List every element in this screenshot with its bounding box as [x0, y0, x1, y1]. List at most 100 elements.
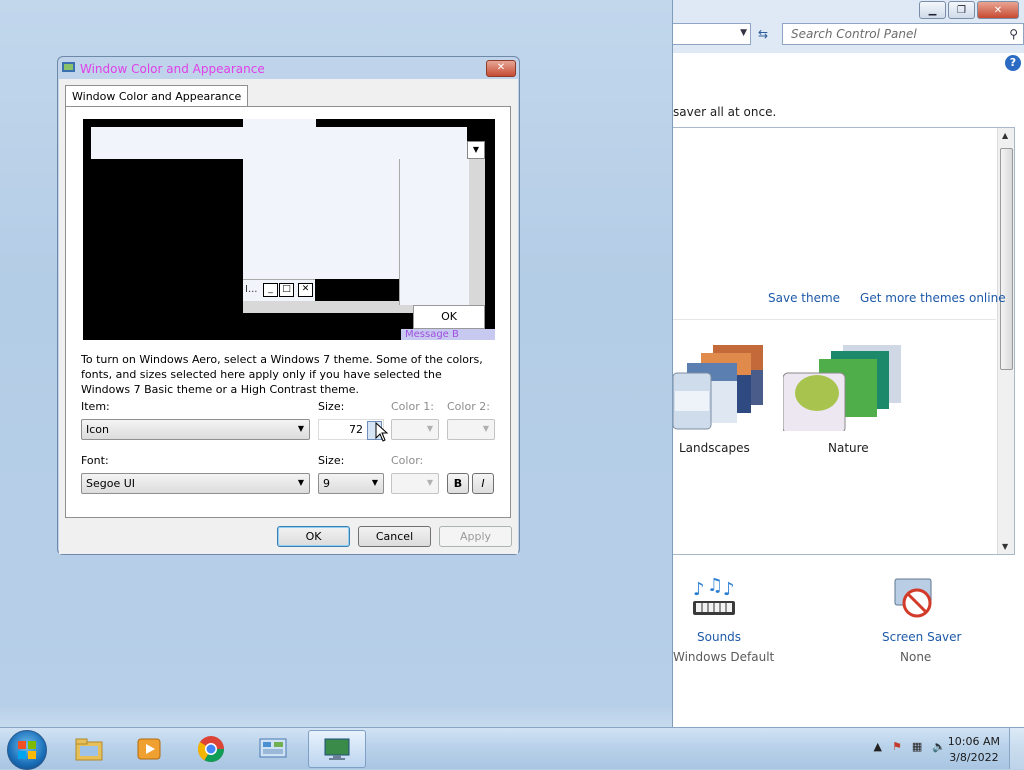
- theme-label-landscapes: Landscapes: [679, 441, 750, 455]
- font-color-label: Color:: [391, 454, 424, 467]
- screen-saver-icon: [894, 578, 932, 618]
- landscapes-thumbnail: [673, 345, 763, 430]
- screen-saver-sublabel: None: [900, 650, 932, 664]
- font-select-value: Segoe UI: [86, 477, 136, 490]
- action-center-icon[interactable]: ⚑: [892, 740, 902, 753]
- dialog-close-button[interactable]: ✕: [486, 60, 516, 77]
- color1-picker[interactable]: ▼: [391, 419, 439, 440]
- preview-inactive-window: I... _ □ ✕: [243, 279, 315, 302]
- sounds-label[interactable]: Sounds: [697, 630, 741, 644]
- preview-maximize-icon: □: [279, 283, 294, 297]
- font-size-select-value: 9: [323, 477, 330, 490]
- refresh-icon[interactable]: ⇆: [752, 23, 774, 45]
- clock[interactable]: 10:06 AM 3/8/2022: [948, 734, 1000, 766]
- taskbar-media-player[interactable]: [122, 730, 176, 768]
- size-spinner-value: 72: [349, 423, 363, 436]
- get-more-themes-link[interactable]: Get more themes online: [860, 291, 1006, 305]
- network-icon[interactable]: ▦: [912, 740, 922, 753]
- aero-info-text: To turn on Windows Aero, select a Window…: [81, 353, 483, 396]
- taskbar-chrome[interactable]: [184, 730, 238, 768]
- svg-text:♪: ♪: [693, 579, 705, 600]
- nature-thumbnail: [783, 345, 901, 431]
- display-icon: [324, 738, 350, 760]
- folder-icon: [75, 738, 103, 761]
- font-select[interactable]: Segoe UI ▼: [81, 473, 310, 494]
- item-select[interactable]: Icon ▼: [81, 419, 310, 440]
- sounds-icon: ♪ ♫ ♪: [693, 575, 735, 615]
- size-spinner[interactable]: 72: [318, 419, 389, 442]
- screen-saver-label[interactable]: Screen Saver: [882, 630, 961, 644]
- color2-picker[interactable]: ▼: [447, 419, 495, 440]
- windows-logo-icon: [18, 741, 36, 759]
- scroll-up-icon[interactable]: ▲: [1002, 131, 1008, 140]
- caption-buttons: ▁ ❐ ✕: [919, 1, 1019, 19]
- search-input[interactable]: Search Control Panel ⚲: [782, 23, 1024, 45]
- sounds-sublabel: Windows Default: [673, 650, 775, 664]
- start-button[interactable]: [7, 730, 47, 770]
- control-panel-window: ▁ ❐ ✕ ▼ ⇆ Search Control Panel ⚲ ? saver…: [672, 0, 1024, 727]
- preview-message-box: Message B: [401, 329, 495, 340]
- chevron-down-icon: ▼: [426, 478, 433, 487]
- preview-side-panel: [399, 159, 470, 305]
- divider: [673, 319, 996, 320]
- dialog-app-icon: [62, 62, 75, 72]
- theme-label-nature: Nature: [828, 441, 869, 455]
- bold-button[interactable]: B: [447, 473, 469, 494]
- preview-close-icon: ✕: [298, 283, 313, 297]
- search-icon[interactable]: ⚲: [1009, 27, 1018, 41]
- preview-scrollbar: [469, 159, 485, 305]
- dialog-title: Window Color and Appearance: [80, 62, 265, 76]
- control-panel-icon: [259, 738, 287, 758]
- preview-message-label: Message B: [405, 329, 459, 340]
- color1-label: Color 1:: [391, 400, 434, 413]
- scroll-down-icon[interactable]: ▼: [1002, 542, 1008, 551]
- theme-list-scrollbar[interactable]: ▲ ▼: [997, 128, 1014, 554]
- theme-list[interactable]: ▲ ▼ Save theme Get more themes online La…: [673, 127, 1015, 555]
- cancel-button[interactable]: Cancel: [358, 526, 431, 547]
- item-label: Item:: [81, 400, 110, 413]
- preview-dropdown-icon: ▼: [467, 141, 485, 159]
- show-hidden-icons-icon[interactable]: ▲: [874, 740, 882, 753]
- taskbar-control-panel[interactable]: [246, 730, 300, 768]
- apply-button[interactable]: Apply: [439, 526, 512, 547]
- restore-button[interactable]: ❐: [948, 1, 975, 19]
- theme-links: Save theme Get more themes online: [768, 291, 1006, 305]
- address-bar[interactable]: ▼: [673, 23, 751, 45]
- show-desktop-button[interactable]: [1009, 728, 1024, 769]
- italic-button[interactable]: I: [472, 473, 494, 494]
- address-dropdown-icon[interactable]: ▼: [740, 28, 747, 38]
- tab-panel: ▼ I... _ □ ✕ OK Message B To turn on Win…: [65, 106, 511, 518]
- clock-date: 3/8/2022: [949, 751, 999, 764]
- svg-text:♫: ♫: [707, 575, 723, 596]
- font-color-picker[interactable]: ▼: [391, 473, 439, 494]
- help-icon[interactable]: ?: [1005, 55, 1021, 71]
- search-placeholder: Search Control Panel: [791, 27, 917, 41]
- system-tray: ▲ ⚑ ▦ 🔈: [874, 740, 946, 753]
- scroll-thumb[interactable]: [1000, 148, 1013, 370]
- mouse-cursor-icon: [375, 422, 389, 442]
- minimize-button[interactable]: ▁: [919, 1, 946, 19]
- chevron-down-icon: ▼: [297, 424, 304, 433]
- font-size-select[interactable]: 9 ▼: [318, 473, 384, 494]
- dialog-client: Window Color and Appearance ▼ I... _ □ ✕…: [59, 79, 518, 554]
- appearance-preview[interactable]: ▼ I... _ □ ✕ OK Message B: [83, 119, 495, 340]
- font-label: Font:: [81, 454, 109, 467]
- svg-text:♪: ♪: [723, 579, 735, 600]
- preview-inactive-caption: I...: [245, 284, 258, 295]
- preview-minimize-icon: _: [263, 283, 278, 297]
- chevron-down-icon: ▼: [371, 478, 378, 487]
- taskbar-display-settings[interactable]: [308, 730, 366, 768]
- taskbar: ▲ ⚑ ▦ 🔈 10:06 AM 3/8/2022: [0, 727, 1024, 770]
- window-color-dialog: Window Color and Appearance ✕ Window Col…: [57, 56, 520, 555]
- taskbar-explorer[interactable]: [62, 730, 116, 768]
- ok-button[interactable]: OK: [277, 526, 350, 547]
- volume-icon[interactable]: 🔈: [932, 740, 946, 753]
- clock-time: 10:06 AM: [947, 735, 1000, 748]
- save-theme-link[interactable]: Save theme: [768, 291, 840, 305]
- chevron-down-icon: ▼: [426, 424, 433, 433]
- media-player-icon: [137, 738, 161, 760]
- chevron-down-icon: ▼: [482, 424, 489, 433]
- close-button[interactable]: ✕: [977, 1, 1019, 19]
- preview-ok-button: OK: [413, 305, 485, 329]
- tab-window-color[interactable]: Window Color and Appearance: [65, 85, 249, 108]
